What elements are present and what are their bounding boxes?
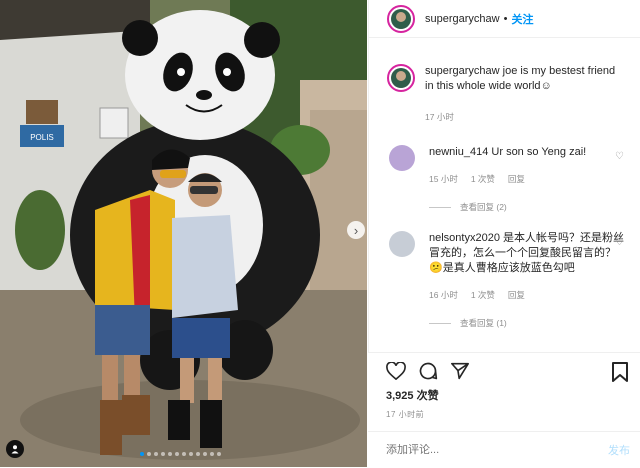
like-icon[interactable] bbox=[386, 362, 406, 380]
comment-likes[interactable]: 1 次赞 bbox=[471, 288, 495, 303]
author-username[interactable]: supergarychaw bbox=[425, 13, 500, 25]
share-icon[interactable] bbox=[450, 362, 470, 380]
carousel-dot bbox=[210, 452, 214, 456]
next-photo-button[interactable]: › bbox=[347, 221, 365, 239]
photo-illustration: POLIS bbox=[0, 0, 367, 467]
commenter-username[interactable]: newniu_414 bbox=[429, 146, 488, 158]
comment-likes[interactable]: 1 次赞 bbox=[471, 172, 495, 187]
follow-button[interactable]: 关注 bbox=[511, 11, 533, 27]
comment-icon[interactable] bbox=[418, 361, 438, 381]
like-comment-icon[interactable]: ♡ bbox=[615, 237, 624, 248]
comments-list: supergarychaw joe is my bestest friend i… bbox=[369, 38, 640, 329]
caption-time: 17 小时 bbox=[425, 112, 454, 122]
author-avatar[interactable] bbox=[387, 4, 415, 33]
reply-button[interactable]: 回复 bbox=[508, 288, 525, 303]
carousel-dot bbox=[196, 452, 200, 456]
commenter-avatar[interactable] bbox=[389, 231, 415, 257]
carousel-dot bbox=[168, 452, 172, 456]
post-timestamp: 17 小时前 bbox=[386, 410, 425, 419]
like-comment-icon[interactable]: ♡ bbox=[615, 151, 624, 162]
comment: newniu_414 Ur son so Yeng zai! 15 小时 1 次… bbox=[387, 145, 630, 187]
carousel-dot bbox=[203, 452, 207, 456]
view-replies-label: 查看回复 (1) bbox=[460, 318, 507, 328]
post-actions: 3,925 次赞 17 小时前 发布 bbox=[368, 352, 640, 467]
view-replies-button[interactable]: 查看回复 (1) bbox=[429, 317, 630, 329]
carousel-dot bbox=[161, 452, 165, 456]
comment-time: 15 小时 bbox=[429, 174, 458, 184]
caption-username[interactable]: supergarychaw bbox=[425, 65, 500, 77]
carousel-dot bbox=[175, 452, 179, 456]
view-replies-label: 查看回复 (2) bbox=[460, 202, 507, 212]
comment-text: Ur son so Yeng zai! bbox=[491, 146, 587, 158]
save-icon[interactable] bbox=[612, 362, 628, 387]
carousel-dot bbox=[189, 452, 193, 456]
post-photo[interactable]: POLIS › bbox=[0, 0, 367, 467]
comment-input[interactable] bbox=[386, 444, 576, 456]
tagged-user-icon[interactable] bbox=[6, 440, 24, 458]
comment: nelsontyx2020 是本人帐号吗？还是粉丝冒充的，怎么一个个回复酸民留言… bbox=[387, 231, 630, 303]
carousel-dot bbox=[182, 452, 186, 456]
reply-button[interactable]: 回复 bbox=[508, 172, 525, 187]
carousel-dot bbox=[140, 452, 144, 456]
add-comment-bar: 发布 bbox=[368, 431, 640, 468]
photo-sign-text: POLIS bbox=[30, 133, 54, 142]
comment-time: 16 小时 bbox=[429, 290, 458, 300]
like-count[interactable]: 3,925 次赞 bbox=[368, 387, 640, 403]
post-comment-button[interactable]: 发布 bbox=[608, 442, 630, 458]
divider-line bbox=[429, 322, 451, 324]
post-header: supergarychaw • 关注 bbox=[369, 0, 640, 38]
header-separator: • bbox=[503, 12, 508, 25]
caption: supergarychaw joe is my bestest friend i… bbox=[387, 38, 630, 125]
commenter-avatar[interactable] bbox=[389, 145, 415, 171]
carousel-indicator bbox=[140, 452, 221, 456]
carousel-dot bbox=[154, 452, 158, 456]
caption-avatar[interactable] bbox=[387, 64, 415, 92]
carousel-dot bbox=[217, 452, 221, 456]
divider-line bbox=[429, 206, 451, 208]
commenter-username[interactable]: nelsontyx2020 bbox=[429, 232, 500, 244]
view-replies-button[interactable]: 查看回复 (2) bbox=[429, 201, 630, 213]
carousel-dot bbox=[147, 452, 151, 456]
